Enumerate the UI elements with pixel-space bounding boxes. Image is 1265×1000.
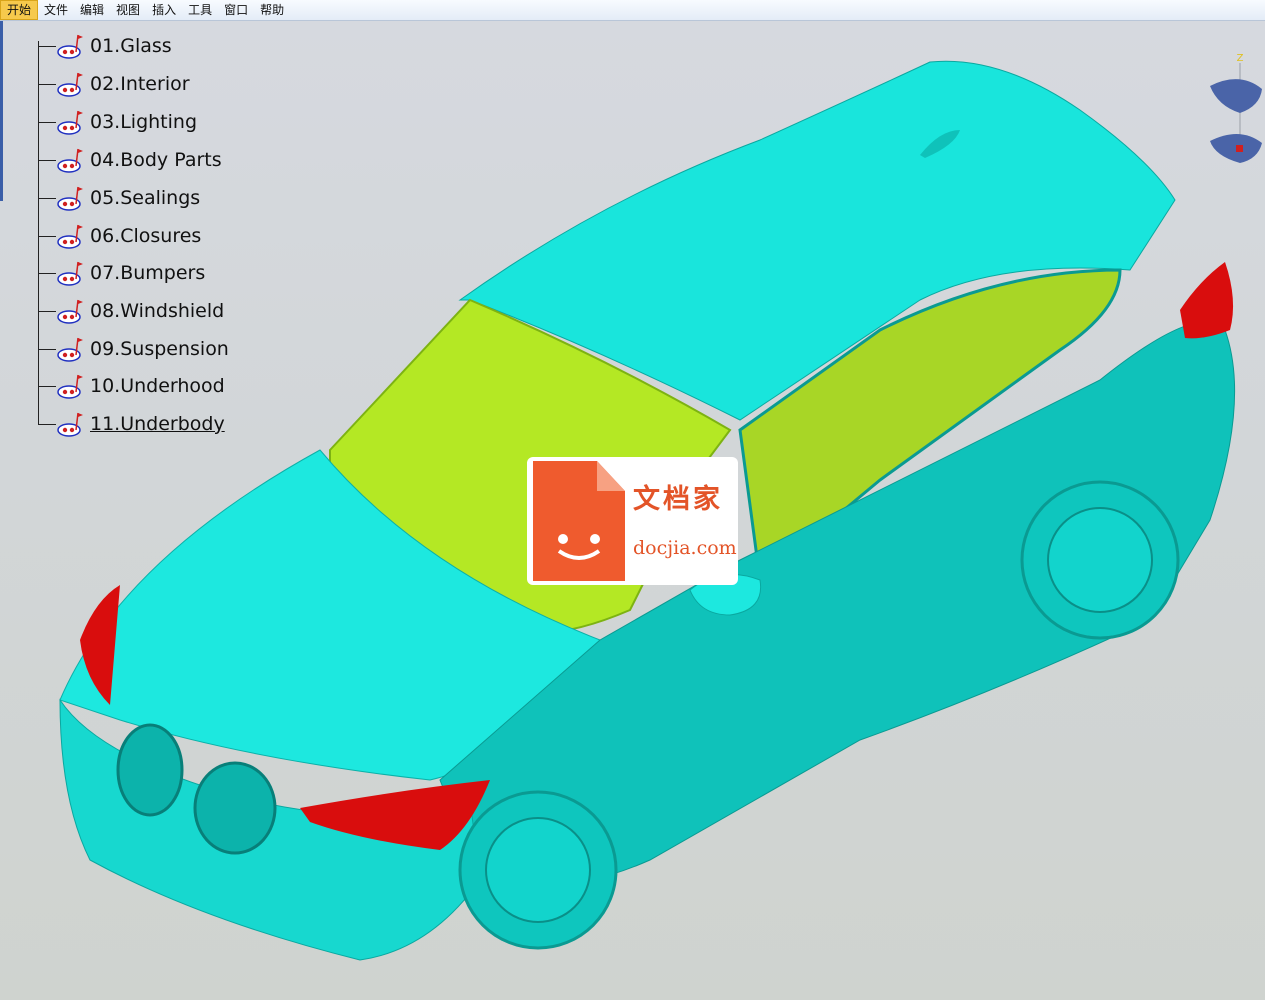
product-node-icon[interactable]: [56, 221, 86, 251]
watermark: 文档家 docjia.com: [527, 457, 738, 585]
product-node-icon[interactable]: [56, 69, 86, 99]
car-wheel-rear-rim: [1047, 507, 1153, 613]
tree-node-label[interactable]: 04.Body Parts: [90, 149, 222, 171]
tree-node[interactable]: 04.Body Parts: [38, 145, 222, 175]
tree-branch-line: [38, 45, 56, 47]
menu-item[interactable]: 帮助: [254, 0, 290, 20]
tree-node-label[interactable]: 11.Underbody: [90, 413, 225, 435]
tree-node-label[interactable]: 02.Interior: [90, 73, 190, 95]
tree-branch-line: [38, 235, 56, 237]
tree-node[interactable]: 09.Suspension: [38, 334, 229, 364]
tree-node[interactable]: 11.Underbody: [38, 409, 225, 439]
tree-branch-line: [38, 423, 56, 425]
product-node-icon[interactable]: [56, 409, 86, 439]
car-taillight: [1180, 262, 1234, 339]
product-node-icon[interactable]: [56, 296, 86, 326]
watermark-site: docjia.com: [633, 537, 737, 559]
tree-branch-line: [38, 348, 56, 350]
tree-node[interactable]: 02.Interior: [38, 69, 190, 99]
tree-node-label[interactable]: 03.Lighting: [90, 111, 197, 133]
compass-widget[interactable]: Z: [1200, 51, 1265, 171]
tree-node[interactable]: 07.Bumpers: [38, 258, 205, 288]
tree-branch-line: [38, 159, 56, 161]
menu-item[interactable]: 文件: [38, 0, 74, 20]
document-icon: [533, 461, 625, 581]
product-node-icon[interactable]: [56, 107, 86, 137]
tree-node-label[interactable]: 05.Sealings: [90, 187, 200, 209]
product-node-icon[interactable]: [56, 145, 86, 175]
tree-branch-line: [38, 385, 56, 387]
tree-branch-line: [38, 197, 56, 199]
product-node-icon[interactable]: [56, 31, 86, 61]
compass-icon[interactable]: Z: [1200, 51, 1265, 171]
tree-node[interactable]: 06.Closures: [38, 221, 201, 251]
tree-node[interactable]: 03.Lighting: [38, 107, 197, 137]
menu-item[interactable]: 工具: [182, 0, 218, 20]
tree-branch-line: [38, 121, 56, 123]
menu-item[interactable]: 视图: [110, 0, 146, 20]
tree-node[interactable]: 05.Sealings: [38, 183, 200, 213]
tree-branch-line: [38, 272, 56, 274]
menu-item[interactable]: 插入: [146, 0, 182, 20]
tree-node[interactable]: 08.Windshield: [38, 296, 224, 326]
tree-node[interactable]: 10.Underhood: [38, 371, 225, 401]
menu-bar: 开始 文件 编辑 视图 插入 工具 窗口 帮助: [0, 0, 1265, 21]
car-grille-right: [193, 761, 277, 855]
menu-item[interactable]: 窗口: [218, 0, 254, 20]
car-wheel-front-rim: [485, 817, 591, 923]
tree-node[interactable]: 01.Glass: [38, 31, 172, 61]
3d-viewport[interactable]: 01.Glass 02.Interior 03.Lighting 04.Body Pa…: [0, 21, 1265, 1000]
menu-item[interactable]: 开始: [0, 0, 39, 20]
tree-node-label[interactable]: 01.Glass: [90, 35, 172, 57]
watermark-title: 文档家: [633, 484, 723, 515]
menu-item[interactable]: 编辑: [74, 0, 110, 20]
product-node-icon[interactable]: [56, 334, 86, 364]
tree-branch-line: [38, 310, 56, 312]
product-node-icon[interactable]: [56, 371, 86, 401]
product-node-icon[interactable]: [56, 258, 86, 288]
tree-branch-line: [38, 83, 56, 85]
tree-node-label[interactable]: 10.Underhood: [90, 375, 225, 397]
tree-node-label[interactable]: 08.Windshield: [90, 300, 224, 322]
car-grille-left: [116, 723, 184, 817]
tree-node-label[interactable]: 09.Suspension: [90, 338, 229, 360]
tree-node-label[interactable]: 06.Closures: [90, 225, 201, 247]
tree-node-label[interactable]: 07.Bumpers: [90, 262, 205, 284]
product-node-icon[interactable]: [56, 183, 86, 213]
specification-tree: 01.Glass 02.Interior 03.Lighting 04.Body Pa…: [0, 21, 260, 441]
compass-axis-label: Z: [1237, 53, 1244, 64]
